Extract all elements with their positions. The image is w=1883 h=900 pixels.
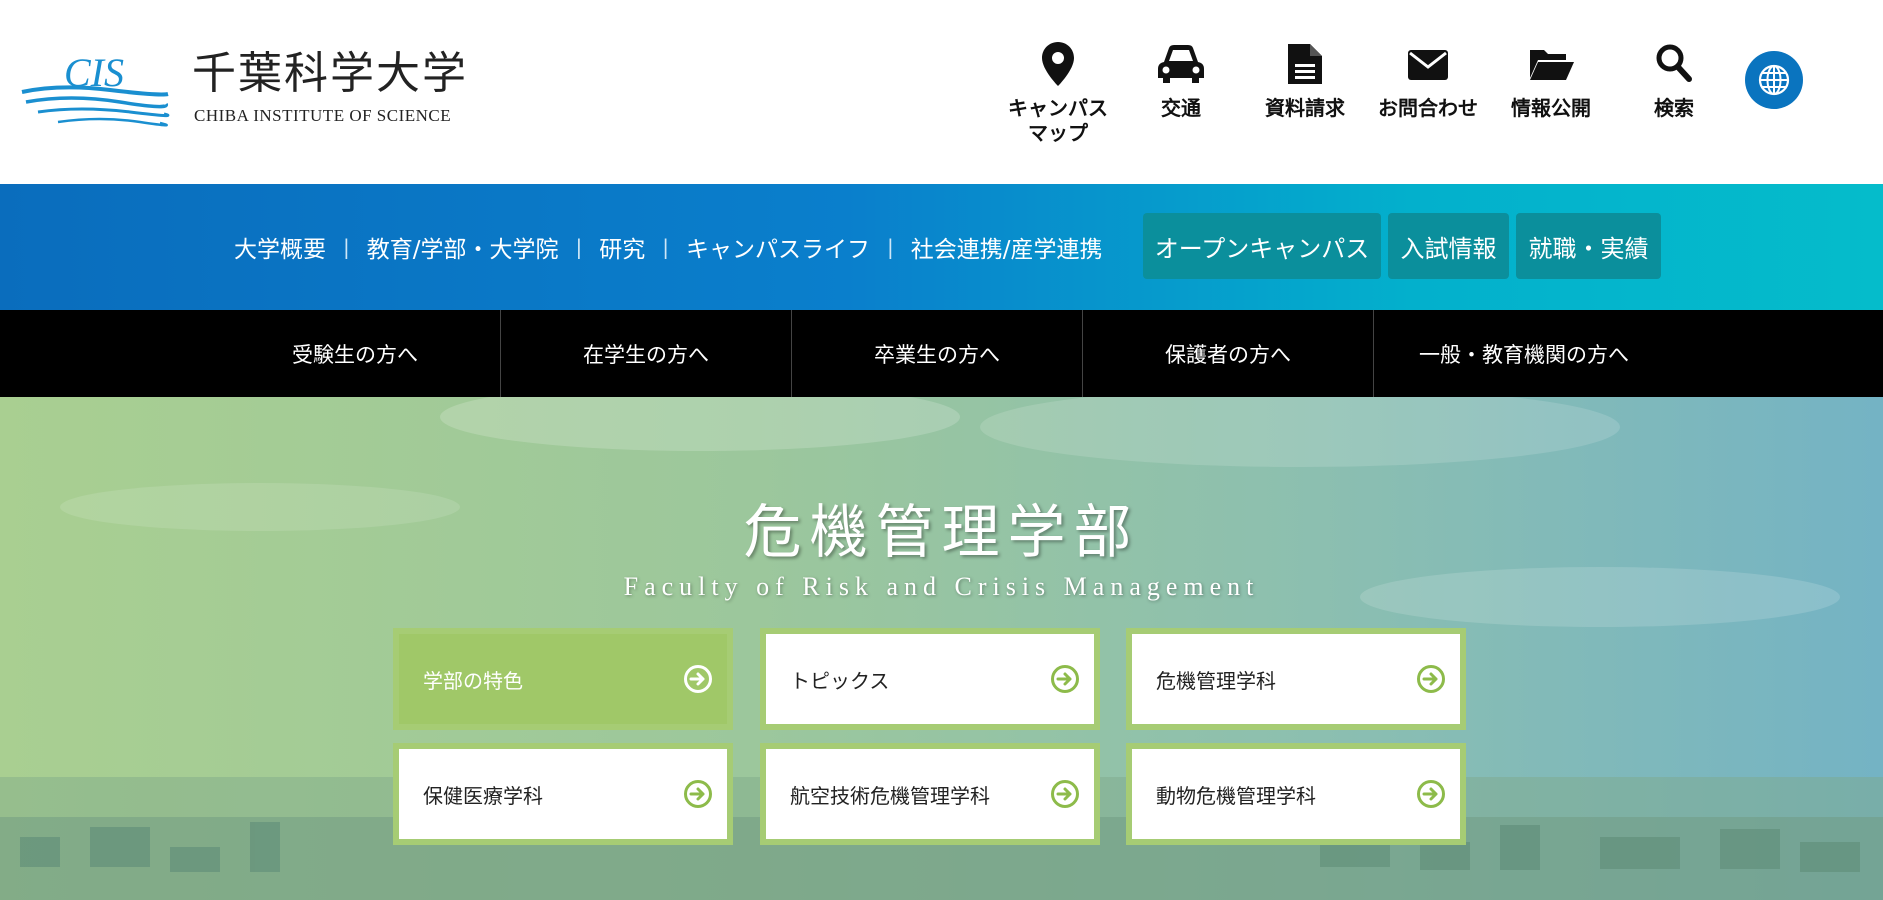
cis-logo-mark: CIS (21, 50, 170, 127)
card-topics[interactable]: トピックス (760, 628, 1100, 730)
folder-open-icon (1530, 50, 1574, 80)
nav-about[interactable]: 大学概要 (234, 230, 326, 264)
card-label: 保健医療学科 (423, 783, 543, 808)
access-label: 交通 (1161, 96, 1201, 120)
arrow-circle-icon (1051, 665, 1079, 693)
card-topics-inner: トピックス (766, 634, 1094, 724)
campus-map-link[interactable]: キャンパス マップ (998, 42, 1118, 152)
faculty-title: 危機管理学部 (743, 498, 1140, 566)
envelope-icon (1408, 50, 1448, 80)
open-campus-button[interactable]: オープンキャンパス (1143, 213, 1381, 279)
card-label: 動物危機管理学科 (1156, 783, 1316, 808)
card-features[interactable]: 学部の特色 (393, 628, 733, 730)
site-logo[interactable]: CIS 千葉科学大学 CHIBA INSTITUTE OF SCIENCE (20, 50, 466, 130)
contact-link[interactable]: お問合わせ (1368, 42, 1488, 152)
hero-banner: 危機管理学部 Faculty of Risk and Crisis Manage… (0, 397, 1883, 900)
card-features-inner: 学部の特色 (399, 634, 727, 724)
card-animal-dept[interactable]: 動物危機管理学科 (1126, 743, 1466, 845)
request-materials-label: 資料請求 (1265, 96, 1345, 120)
audience-general[interactable]: 一般・教育機関の方へ (1374, 310, 1674, 397)
globe-icon (1758, 64, 1790, 96)
nav-separator: | (343, 235, 350, 259)
arrow-circle-icon (1051, 780, 1079, 808)
nav-education[interactable]: 教育/学部・大学院 (367, 230, 559, 264)
logo-name-ja: 千葉科学大学 (192, 48, 468, 99)
audience-current[interactable]: 在学生の方へ (501, 310, 792, 397)
audience-prospective[interactable]: 受験生の方へ (210, 310, 501, 397)
arrow-circle-icon (684, 780, 712, 808)
card-label: 学部の特色 (423, 668, 523, 693)
card-crisis-dept-inner: 危機管理学科 (1132, 634, 1460, 724)
admissions-button[interactable]: 入試情報 (1388, 213, 1509, 279)
card-health-dept[interactable]: 保健医療学科 (393, 743, 733, 845)
card-label: 航空技術危機管理学科 (790, 783, 990, 808)
global-nav: 大学概要 | 教育/学部・大学院 | 研究 | キャンパスライフ | 社会連携/… (0, 184, 1883, 310)
nav-campus-life[interactable]: キャンパスライフ (686, 230, 870, 264)
card-crisis-dept[interactable]: 危機管理学科 (1126, 628, 1466, 730)
arrow-circle-icon (684, 665, 712, 693)
search-label: 検索 (1654, 96, 1694, 120)
faculty-subtitle: Faculty of Risk and Crisis Management (623, 572, 1260, 601)
search-icon (1656, 44, 1692, 82)
card-health-dept-inner: 保健医療学科 (399, 749, 727, 839)
card-animal-dept-inner: 動物危機管理学科 (1132, 749, 1460, 839)
disclosure-link[interactable]: 情報公開 (1491, 42, 1611, 152)
page: CIS 千葉科学大学 CHIBA INSTITUTE OF SCIENCE キャ… (0, 0, 1883, 900)
contact-label: お問合わせ (1378, 96, 1478, 120)
language-button[interactable] (1745, 51, 1803, 109)
nav-research[interactable]: 研究 (599, 230, 645, 264)
disclosure-label: 情報公開 (1511, 96, 1591, 120)
car-icon (1158, 45, 1204, 83)
global-nav-links: 大学概要 | 教育/学部・大学院 | 研究 | キャンパスライフ | 社会連携/… (234, 184, 1103, 310)
card-aviation-dept-inner: 航空技術危機管理学科 (766, 749, 1094, 839)
map-pin-icon (1042, 42, 1074, 86)
audience-parents[interactable]: 保護者の方へ (1083, 310, 1374, 397)
audience-nav: 受験生の方へ 在学生の方へ 卒業生の方へ 保護者の方へ 一般・教育機関の方へ (0, 310, 1883, 397)
access-link[interactable]: 交通 (1121, 42, 1241, 152)
logo-name-en: CHIBA INSTITUTE OF SCIENCE (194, 106, 452, 125)
nav-community[interactable]: 社会連携/産学連携 (911, 230, 1103, 264)
campus-map-label: キャンパス マップ (1008, 96, 1108, 145)
careers-button[interactable]: 就職・実績 (1516, 213, 1661, 279)
arrow-circle-icon (1417, 780, 1445, 808)
arrow-circle-icon (1417, 665, 1445, 693)
document-icon (1288, 44, 1322, 84)
card-aviation-dept[interactable]: 航空技術危機管理学科 (760, 743, 1100, 845)
card-label: トピックス (790, 668, 890, 693)
search-link[interactable]: 検索 (1614, 42, 1734, 152)
nav-separator: | (575, 235, 583, 259)
nav-separator: | (662, 235, 669, 259)
card-label: 危機管理学科 (1156, 668, 1276, 693)
nav-separator: | (887, 235, 894, 259)
audience-alumni[interactable]: 卒業生の方へ (792, 310, 1083, 397)
site-header: CIS 千葉科学大学 CHIBA INSTITUTE OF SCIENCE キャ… (0, 0, 1883, 184)
request-materials-link[interactable]: 資料請求 (1245, 42, 1365, 152)
